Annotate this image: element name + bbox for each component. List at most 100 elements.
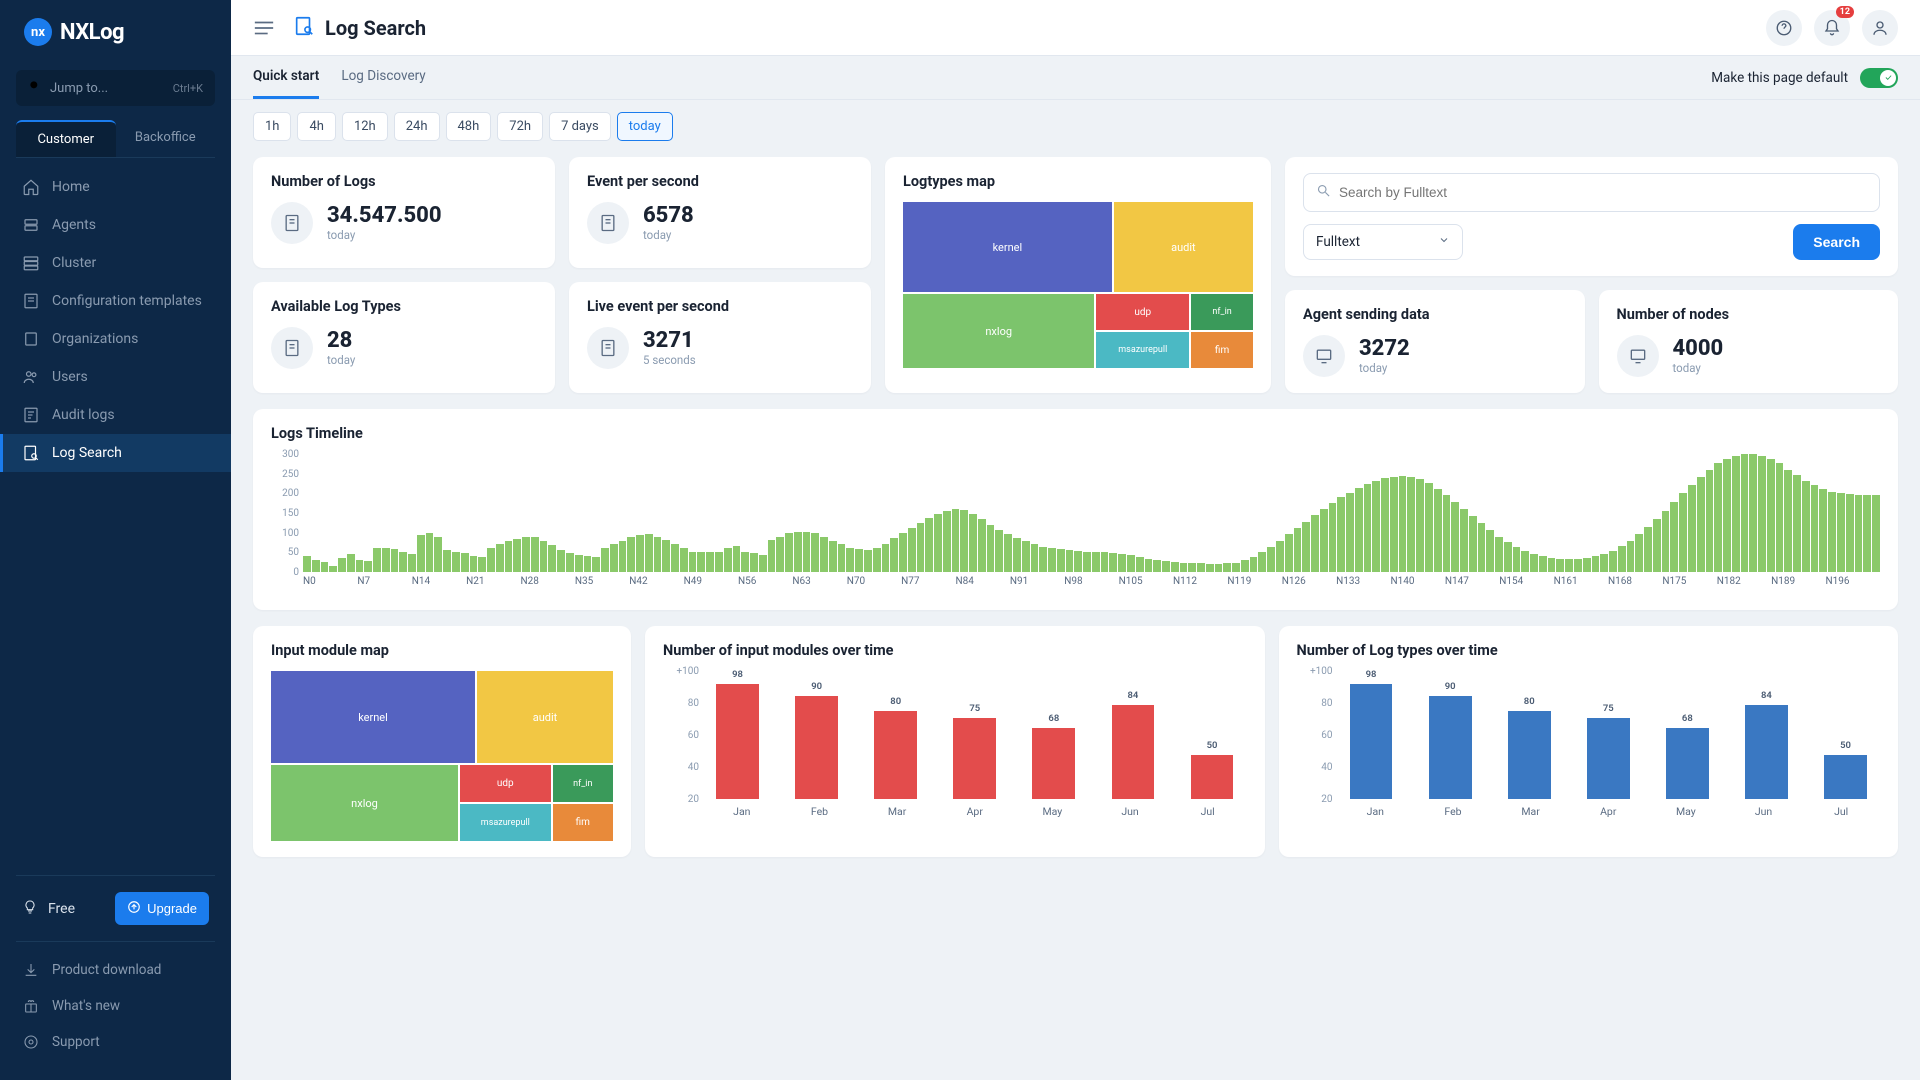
timeline-bar[interactable] <box>1416 479 1424 572</box>
timeline-bar[interactable] <box>1706 470 1714 572</box>
sidebar-item-cluster[interactable]: Cluster <box>0 244 231 282</box>
time-pill-4h[interactable]: 4h <box>297 112 335 141</box>
timeline-bar[interactable] <box>531 537 539 572</box>
timeline-bar[interactable] <box>1688 485 1696 572</box>
time-pill-7days[interactable]: 7 days <box>549 112 611 141</box>
treemap-cell-nxlog[interactable]: nxlog <box>903 294 1094 368</box>
timeline-bar[interactable] <box>1741 454 1749 572</box>
time-pill-72h[interactable]: 72h <box>497 112 543 141</box>
timeline-bar[interactable] <box>934 514 942 572</box>
treemap-cell-udp[interactable]: udp <box>460 765 551 802</box>
timeline-bar[interactable] <box>1162 561 1170 572</box>
timeline-bar[interactable] <box>505 541 513 572</box>
timeline-bar[interactable] <box>662 540 670 572</box>
timeline-bar[interactable] <box>347 554 355 572</box>
timeline-bar[interactable] <box>1802 481 1810 572</box>
bar[interactable] <box>1112 705 1155 799</box>
timeline-bar[interactable] <box>1609 551 1617 572</box>
timeline-bar[interactable] <box>1232 563 1240 572</box>
timeline-bar[interactable] <box>1618 546 1626 572</box>
timeline-bar[interactable] <box>1732 456 1740 572</box>
timeline-bar[interactable] <box>1819 489 1827 572</box>
timeline-bar[interactable] <box>1697 477 1705 572</box>
timeline-bar[interactable] <box>794 532 802 572</box>
timeline-bar[interactable] <box>1276 541 1284 572</box>
timeline-bar[interactable] <box>811 533 819 572</box>
timeline-bar[interactable] <box>776 537 784 572</box>
timeline-bar[interactable] <box>1758 456 1766 572</box>
sidebar-toggle-button[interactable] <box>253 20 275 36</box>
timeline-bar[interactable] <box>1627 541 1635 572</box>
timeline-bar[interactable] <box>846 548 854 572</box>
timeline-bar[interactable] <box>312 560 320 572</box>
timeline-bar[interactable] <box>952 509 960 572</box>
timeline-bar[interactable] <box>1495 537 1503 572</box>
timeline-bar[interactable] <box>724 548 732 572</box>
timeline-bar[interactable] <box>908 528 916 572</box>
timeline-bar[interactable] <box>1109 553 1117 572</box>
timeline-bar[interactable] <box>303 556 311 572</box>
timeline-bar[interactable] <box>1153 560 1161 572</box>
notifications-button[interactable]: 12 <box>1814 10 1850 46</box>
bar[interactable] <box>1508 711 1551 800</box>
timeline-bar[interactable] <box>1425 483 1433 572</box>
timeline-bar[interactable] <box>548 545 556 572</box>
timeline-bar[interactable] <box>715 552 723 572</box>
timeline-bar[interactable] <box>1399 476 1407 572</box>
timeline-bar[interactable] <box>1539 556 1547 572</box>
timeline-bar[interactable] <box>671 544 679 572</box>
timeline-bar[interactable] <box>540 541 548 572</box>
timeline-bar[interactable] <box>426 533 434 572</box>
default-page-toggle[interactable] <box>1860 68 1898 88</box>
timeline-bar[interactable] <box>443 550 451 572</box>
treemap-cell-audit[interactable]: audit <box>1114 202 1253 292</box>
treemap-cell-kernel[interactable]: kernel <box>271 671 475 763</box>
treemap-cell-udp[interactable]: udp <box>1096 294 1189 330</box>
timeline-bar[interactable] <box>803 532 811 572</box>
tab-customer[interactable]: Customer <box>16 120 116 157</box>
timeline-bar[interactable] <box>1066 550 1074 572</box>
timeline-bar[interactable] <box>1127 555 1135 572</box>
timeline-bar[interactable] <box>1863 495 1871 572</box>
timeline-bar[interactable] <box>768 540 776 572</box>
treemap-cell-nfin[interactable]: nf_in <box>1191 294 1253 330</box>
timeline-bar[interactable] <box>1092 552 1100 572</box>
timeline-bar[interactable] <box>925 518 933 572</box>
timeline-bar[interactable] <box>513 539 521 572</box>
timeline-bar[interactable] <box>1793 475 1801 572</box>
treemap-cell-nxlog[interactable]: nxlog <box>271 765 458 841</box>
timeline-bar[interactable] <box>496 544 504 572</box>
timeline-bar[interactable] <box>1846 494 1854 572</box>
sidebar-item-whats-new[interactable]: What's new <box>16 988 215 1024</box>
timeline-bar[interactable] <box>417 535 425 572</box>
time-pill-48h[interactable]: 48h <box>446 112 492 141</box>
timeline-bar[interactable] <box>373 548 381 572</box>
time-pill-today[interactable]: today <box>617 112 673 141</box>
timeline-bar[interactable] <box>1653 519 1661 572</box>
timeline-bar[interactable] <box>399 552 407 572</box>
jump-to-input[interactable]: Jump to... Ctrl+K <box>16 70 215 106</box>
timeline-bar[interactable] <box>873 548 881 572</box>
time-pill-1h[interactable]: 1h <box>253 112 291 141</box>
timeline-bar[interactable] <box>1118 554 1126 572</box>
timeline-bar[interactable] <box>829 541 837 572</box>
timeline-bar[interactable] <box>1749 454 1757 572</box>
timeline-bar[interactable] <box>1320 509 1328 572</box>
timeline-bar[interactable] <box>1767 459 1775 572</box>
timeline-bar[interactable] <box>987 525 995 572</box>
timeline-bar[interactable] <box>461 553 469 572</box>
timeline-bar[interactable] <box>899 533 907 572</box>
timeline-bar[interactable] <box>645 534 653 572</box>
timeline-bar[interactable] <box>364 561 372 572</box>
timeline-bar[interactable] <box>592 557 600 572</box>
timeline-bar[interactable] <box>566 553 574 572</box>
timeline-bar[interactable] <box>706 552 714 572</box>
timeline-bar[interactable] <box>1872 495 1880 572</box>
timeline-bar[interactable] <box>408 554 416 572</box>
timeline-bar[interactable] <box>1469 516 1477 572</box>
timeline-bar[interactable] <box>1039 547 1047 572</box>
bar[interactable] <box>1824 755 1867 799</box>
timeline-bar[interactable] <box>1206 564 1214 572</box>
sidebar-item-config-templates[interactable]: Configuration templates <box>0 282 231 320</box>
timeline-bar[interactable] <box>1583 558 1591 572</box>
